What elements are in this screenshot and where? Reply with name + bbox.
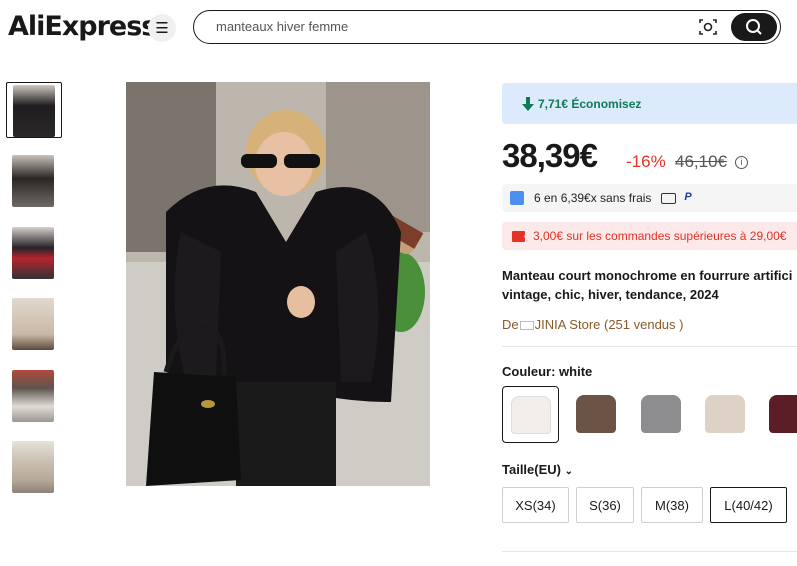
arrow-down-icon xyxy=(522,96,534,111)
installments-row[interactable]: 6 en 6,39€x sans frais P xyxy=(502,184,797,212)
thumbnail[interactable] xyxy=(6,153,62,209)
camera-search-icon[interactable] xyxy=(698,17,718,37)
aliexpress-logo[interactable]: AliExpress xyxy=(8,11,157,42)
store-name[interactable]: JINIA Store (251 vendus ) xyxy=(535,317,684,332)
color-swatch-beige[interactable] xyxy=(697,386,754,443)
color-swatch-brown[interactable] xyxy=(568,386,625,443)
color-swatch-white[interactable] xyxy=(502,386,559,443)
store-prefix: De xyxy=(502,317,519,332)
product-title: Manteau court monochrome en fourrure art… xyxy=(502,268,793,302)
color-swatch-wine[interactable] xyxy=(761,386,797,443)
coupon-banner[interactable]: 3,00€ sur les commandes supérieures à 29… xyxy=(502,222,797,250)
size-label[interactable]: Taille(EU) ⌄ xyxy=(502,462,573,477)
credit-card-icon xyxy=(661,192,677,204)
search-icon xyxy=(746,19,762,35)
chevron-down-icon: ⌄ xyxy=(564,466,574,477)
product-photo xyxy=(126,82,430,486)
thumbnail[interactable] xyxy=(6,82,62,138)
thumbnail[interactable] xyxy=(6,368,62,424)
size-option-l[interactable]: L(40/42) xyxy=(710,487,787,523)
divider xyxy=(502,551,797,552)
original-price: 46,10€ xyxy=(675,152,727,171)
menu-icon: ☰ xyxy=(155,20,169,37)
thumbnail[interactable] xyxy=(6,439,62,495)
coupon-tag-icon xyxy=(512,230,525,242)
search-input[interactable]: manteaux hiver femme xyxy=(216,19,348,34)
savings-text: 7,71€ Économisez xyxy=(538,96,642,111)
thumbnail[interactable] xyxy=(6,225,62,281)
info-icon[interactable]: i xyxy=(735,156,748,169)
divider xyxy=(502,346,797,347)
product-main-image[interactable] xyxy=(126,82,430,486)
discount-percent: -16% xyxy=(626,152,666,171)
store-link[interactable]: De JINIA Store (251 vendus ) xyxy=(502,317,683,332)
size-option-s[interactable]: S(36) xyxy=(576,487,634,523)
paypal-icon: P xyxy=(684,191,692,203)
search-button[interactable] xyxy=(731,13,777,41)
size-option-xs[interactable]: XS(34) xyxy=(502,487,569,523)
current-price: 38,39€ xyxy=(502,137,598,174)
coupon-text: 3,00€ sur les commandes supérieures à 29… xyxy=(533,229,787,243)
thumbnail[interactable] xyxy=(6,296,62,352)
size-option-m[interactable]: M(38) xyxy=(641,487,703,523)
menu-button[interactable]: ☰ xyxy=(148,14,176,42)
installments-text: 6 en 6,39€x sans frais xyxy=(534,191,652,205)
color-swatch-grey[interactable] xyxy=(633,386,690,443)
search-bar[interactable]: manteaux hiver femme xyxy=(193,10,781,44)
savings-banner: 7,71€ Économisez xyxy=(502,83,797,124)
store-logo-icon xyxy=(519,321,534,331)
calendar-icon xyxy=(510,191,524,205)
color-label: Couleur: white xyxy=(502,364,593,379)
